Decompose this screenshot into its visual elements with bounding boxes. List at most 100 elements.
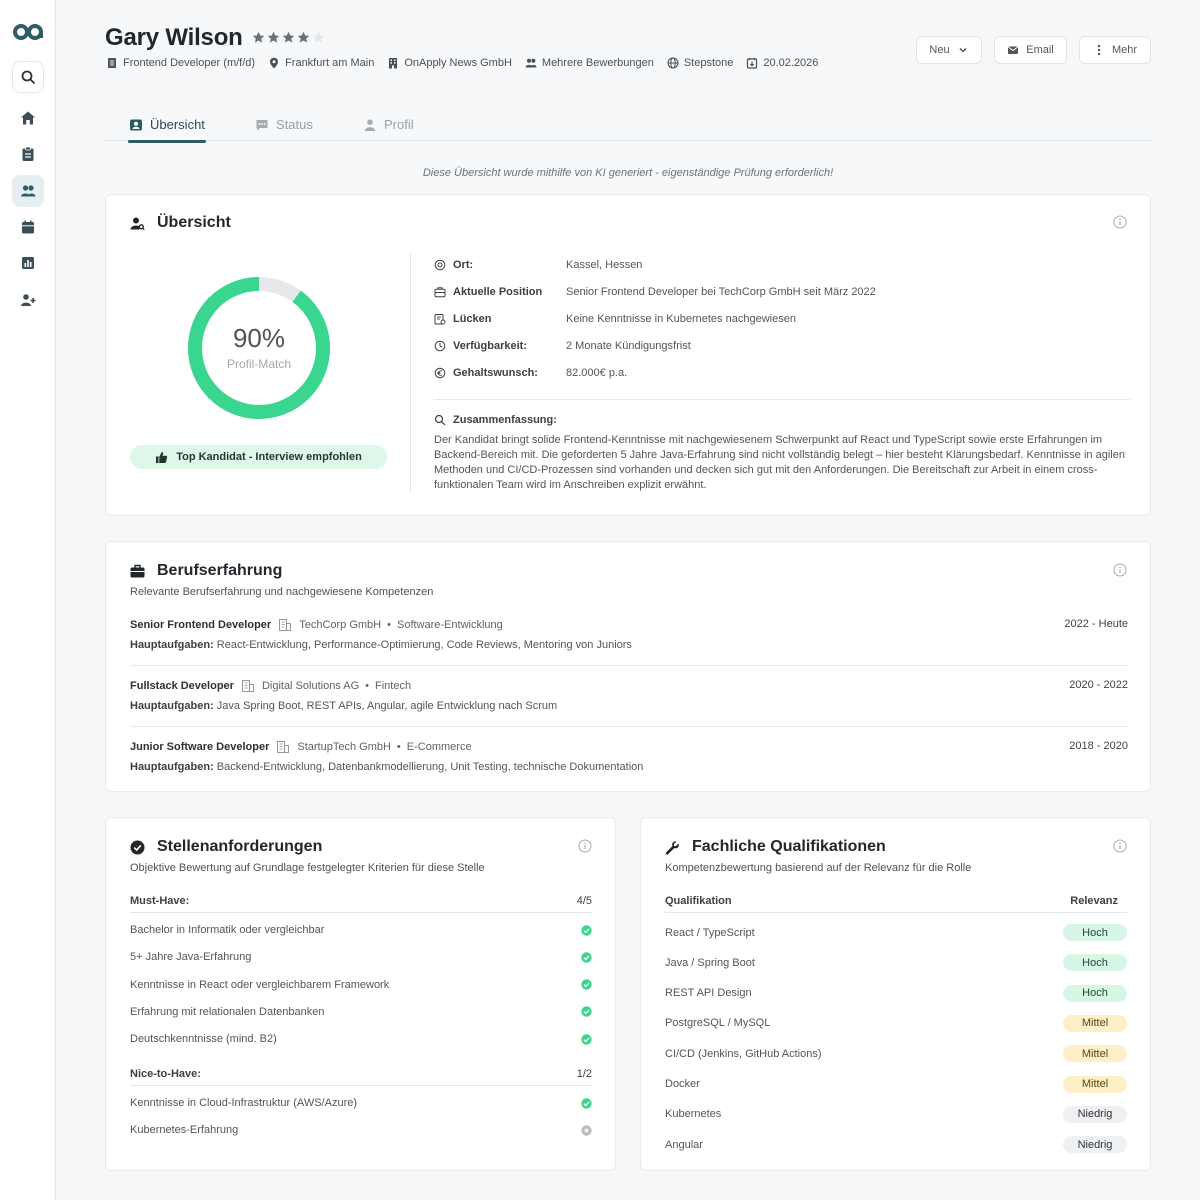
experience-item-header: Fullstack Developer Digital Solutions AG…: [130, 679, 1128, 693]
logo-icon[interactable]: [13, 22, 43, 42]
calendar-download-icon: [747, 57, 758, 69]
location-icon: [434, 259, 446, 271]
tab-profile-label: Profil: [384, 117, 414, 132]
overview-title-text: Übersicht: [157, 214, 231, 231]
qualification-skill: Angular: [665, 1138, 703, 1151]
sidebar-item-add-user[interactable]: [12, 284, 44, 316]
requirements-subtitle: Objektive Bewertung auf Grundlage festge…: [130, 862, 485, 874]
qualification-row: Angular Niedrig: [665, 1136, 1127, 1154]
sidebar-search-button[interactable]: [12, 61, 44, 93]
relevance-badge: Hoch: [1063, 954, 1127, 972]
top-candidate-badge-text: Top Kandidat - Interview empfohlen: [176, 451, 362, 463]
overview-divider: [410, 253, 411, 493]
requirement-row: Erfahrung mit relationalen Datenbanken: [130, 1006, 592, 1018]
availability-icon: [434, 340, 446, 352]
profile-match-donut: 90% Profil-Match: [186, 275, 332, 421]
sidebar-item-home[interactable]: [12, 102, 44, 134]
tab-overview[interactable]: Übersicht: [128, 108, 206, 143]
calendar-icon: [22, 220, 34, 234]
check-circle-icon: [581, 924, 592, 936]
detail-location-key: Ort:: [453, 259, 474, 271]
briefcase-icon: [434, 287, 446, 298]
star-icon[interactable]: [282, 31, 295, 44]
tab-profile[interactable]: Profil: [363, 108, 414, 141]
tasks-label: Hauptaufgaben:: [130, 639, 214, 651]
detail-gaps-value: Keine Kenntnisse in Kubernetes nachgewie…: [566, 313, 796, 325]
summary-text: Der Kandidat bringt solide Frontend-Kenn…: [434, 434, 1125, 491]
nice-to-have-count: 1/2: [576, 1068, 592, 1080]
match-label: Profil-Match: [226, 357, 291, 371]
overview-title: Übersicht: [130, 214, 231, 232]
check-circle-icon: [581, 952, 592, 963]
status-dropdown-button[interactable]: Neu: [916, 36, 982, 64]
nice-to-have-header: Nice-to-Have: 1/2: [130, 1068, 592, 1086]
meta-position: Frontend Developer (m/f/d): [106, 57, 255, 69]
sidebar-item-reports[interactable]: [12, 247, 44, 279]
experience-period: 2022 - Heute: [1064, 618, 1128, 630]
meta-company-text: OnApply News GmbH: [404, 57, 512, 69]
experience-sector: Software-Entwicklung: [396, 619, 503, 631]
document-icon: [108, 58, 116, 68]
requirements-title: Stellenanforderungen: [130, 838, 322, 856]
more-button[interactable]: Mehr: [1079, 36, 1151, 64]
info-icon[interactable]: [1113, 563, 1127, 577]
email-button[interactable]: Email: [994, 36, 1067, 64]
experience-job-title: Fullstack Developer: [130, 680, 234, 692]
qualification-row: REST API Design Hoch: [665, 984, 1127, 1002]
qualifications-table-header: Qualifikation Relevanz: [665, 895, 1127, 913]
experience-tasks: Hauptaufgaben: React-Entwicklung, Perfor…: [130, 639, 1128, 651]
info-icon[interactable]: [1113, 215, 1127, 229]
detail-location-value: Kassel, Hessen: [566, 259, 643, 271]
must-have-count: 4/5: [576, 895, 592, 907]
detail-current-position-key: Aktuelle Position: [453, 286, 543, 298]
meta-position-text: Frontend Developer (m/f/d): [123, 57, 256, 69]
sidebar-item-jobs[interactable]: [12, 138, 44, 170]
mail-icon: [1008, 46, 1019, 54]
nice-to-have-label: Nice-to-Have:: [130, 1068, 201, 1080]
experience-company: TechCorp GmbH: [299, 619, 382, 631]
check-circle-icon: [581, 1033, 592, 1045]
overview-card: Übersicht 90% Profil-Match Top Kandidat …: [105, 194, 1151, 516]
requirements-title-text: Stellenanforderungen: [157, 838, 323, 855]
meta-source: Stepstone: [667, 57, 733, 69]
chat-icon: [256, 119, 268, 130]
experience-item: Senior Frontend Developer TechCorp GmbH …: [130, 618, 1128, 651]
check-circle-icon: [581, 1097, 592, 1109]
star-icon[interactable]: [312, 31, 325, 44]
star-icon[interactable]: [297, 31, 310, 44]
add-user-icon: [21, 294, 36, 306]
requirement-row: Kenntnisse in Cloud-Infrastruktur (AWS/A…: [130, 1097, 592, 1109]
more-vertical-icon: [1097, 44, 1101, 56]
info-icon[interactable]: [1113, 839, 1127, 853]
rating-stars[interactable]: [252, 31, 325, 44]
sidebar-item-candidates[interactable]: [12, 175, 44, 207]
candidate-meta: Frontend Developer (m/f/d) Frankfurt am …: [106, 57, 831, 69]
check-circle-icon: [581, 979, 592, 990]
sidebar-item-calendar[interactable]: [12, 211, 44, 243]
relevance-badge: Hoch: [1063, 924, 1127, 941]
sidebar: [0, 0, 56, 1200]
user-search-icon: [130, 217, 145, 230]
qualification-row: Docker Mittel: [665, 1075, 1127, 1093]
experience-item: Fullstack Developer Digital Solutions AG…: [130, 679, 1128, 712]
match-percent: 90%: [232, 323, 286, 353]
star-icon[interactable]: [267, 31, 280, 44]
top-candidate-badge: Top Kandidat - Interview empfohlen: [130, 445, 387, 469]
experience-item-header: Junior Software Developer StartupTech Gm…: [130, 740, 1128, 754]
thumbs-up-icon: [156, 451, 168, 463]
star-icon[interactable]: [252, 31, 265, 44]
separator-dot: •: [396, 741, 401, 753]
experience-item: Junior Software Developer StartupTech Gm…: [130, 740, 1128, 773]
detail-availability-key: Verfügbarkeit:: [453, 340, 527, 352]
tab-status[interactable]: Status: [255, 108, 313, 141]
user-icon: [365, 118, 375, 131]
experience-title: Berufserfahrung: [130, 562, 282, 580]
qualification-skill: PostgreSQL / MySQL: [665, 1017, 771, 1030]
detail-gaps: Lücken Keine Kenntnisse in Kubernetes na…: [434, 313, 796, 325]
detail-current-position: Aktuelle Position Senior Frontend Develo…: [434, 286, 876, 298]
more-button-label: Mehr: [1111, 44, 1138, 56]
ai-disclaimer: Diese Übersicht wurde mithilfe von KI ge…: [422, 167, 834, 179]
qualification-row: PostgreSQL / MySQL Mittel: [665, 1014, 1127, 1032]
meta-applications-text: Mehrere Bewerbungen: [541, 57, 654, 69]
info-icon[interactable]: [578, 839, 592, 853]
